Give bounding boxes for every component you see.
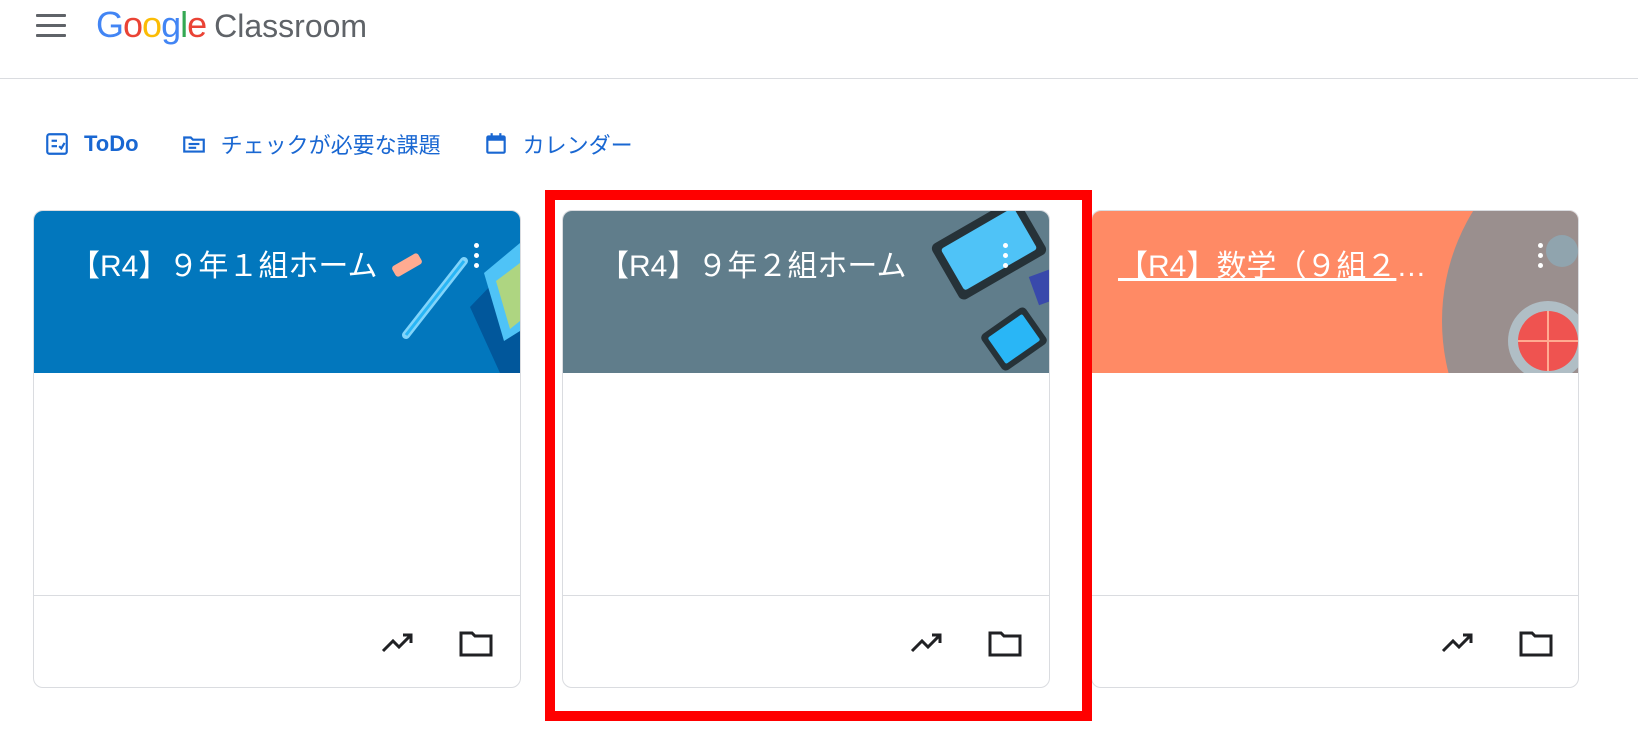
folder-list-icon xyxy=(182,136,205,153)
class-title-link[interactable]: 【R4】数学（９組２年） xyxy=(1118,241,1448,285)
card-actions xyxy=(338,625,494,661)
menu-icon-line-3 xyxy=(36,34,66,37)
google-wordmark: Google xyxy=(96,4,207,45)
class-card[interactable]: 【R4】数学（９組２年） xyxy=(1091,210,1579,688)
todo-label: ToDo xyxy=(84,131,139,156)
card-divider xyxy=(1092,595,1578,596)
main-menu-button[interactable] xyxy=(36,14,66,38)
calendar-link[interactable]: カレンダー xyxy=(483,128,633,160)
top-app-bar: Google Classroom xyxy=(0,0,1638,79)
calendar-icon xyxy=(485,133,506,154)
more-vert-icon[interactable] xyxy=(470,243,482,273)
todo-list-icon xyxy=(46,133,68,155)
highlight-box xyxy=(545,190,1092,721)
card-actions xyxy=(1398,625,1554,661)
class-card-header[interactable]: 【R4】９年１組ホーム xyxy=(34,211,520,373)
math-illustration xyxy=(1442,211,1578,373)
menu-icon-line-2 xyxy=(36,24,66,27)
menu-icon-line-1 xyxy=(36,14,66,17)
product-name: Classroom xyxy=(214,8,368,44)
trending-icon[interactable] xyxy=(380,625,416,661)
trending-icon[interactable] xyxy=(1440,625,1476,661)
more-vert-icon[interactable] xyxy=(1534,243,1546,273)
class-card-header[interactable]: 【R4】数学（９組２年） xyxy=(1092,211,1578,373)
review-link[interactable]: チェックが必要な課題 xyxy=(181,128,441,160)
review-label: チェックが必要な課題 xyxy=(220,133,441,158)
folder-icon[interactable] xyxy=(1518,625,1554,661)
calendar-label: カレンダー xyxy=(522,133,633,158)
class-title-link[interactable]: 【R4】９年１組ホーム xyxy=(70,241,377,285)
todo-link[interactable]: ToDo xyxy=(44,131,139,157)
card-divider xyxy=(34,595,520,596)
stationery-illustration xyxy=(392,243,520,373)
class-card[interactable]: 【R4】９年１組ホーム xyxy=(33,210,521,688)
classroom-logo[interactable]: Google Classroom xyxy=(96,4,367,48)
subnav: ToDo チェックが必要な課題 カレンダー xyxy=(44,128,675,160)
folder-icon[interactable] xyxy=(458,625,494,661)
